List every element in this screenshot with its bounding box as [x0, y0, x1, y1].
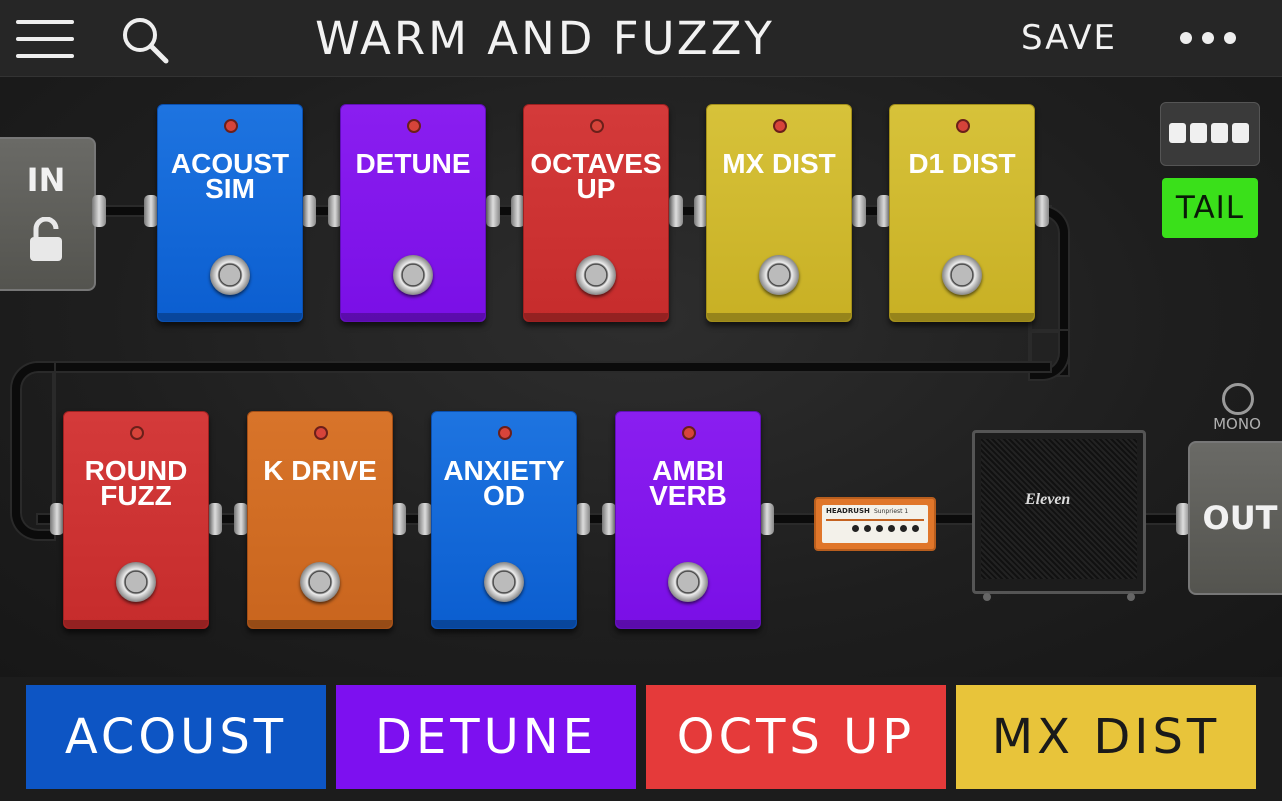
pedal-round-fuzz[interactable]: ROUND FUZZ: [63, 411, 209, 629]
pedal-label: ROUND FUZZ: [84, 455, 188, 511]
pedal-label: D1 DIST: [908, 148, 1016, 179]
cable-jack: [602, 503, 616, 535]
cable-jack: [852, 195, 866, 227]
pedalboard: IN ACOUST SIM DETUNE OCTAVES UP MX DIST …: [0, 77, 1282, 677]
amp-knob: [864, 525, 871, 532]
amp-model: Sunpriest 1: [874, 508, 909, 515]
pedal-label: DETUNE: [355, 148, 471, 179]
cable-jack: [144, 195, 158, 227]
footswitch-knob[interactable]: [759, 255, 799, 295]
cable-jack: [1035, 195, 1049, 227]
pedal-d1-dist[interactable]: D1 DIST: [889, 104, 1035, 322]
more-options-icon[interactable]: [1176, 28, 1240, 48]
pedal-led: [314, 426, 328, 440]
output-block[interactable]: OUT: [1188, 441, 1282, 595]
footswitch-button-mx-dist[interactable]: MX DIST: [956, 685, 1256, 789]
cable-jack: [669, 195, 683, 227]
preset-title[interactable]: WARM AND FUZZY: [240, 12, 850, 65]
pedal-label: OCTAVES UP: [530, 148, 662, 204]
cable-jack: [760, 503, 774, 535]
pedal-led: [224, 119, 238, 133]
amp-knob: [900, 525, 907, 532]
pedal-led: [956, 119, 970, 133]
amp-knob: [888, 525, 895, 532]
pedal-label: MX DIST: [722, 148, 836, 179]
cable-jack: [208, 503, 222, 535]
amp-knob: [912, 525, 919, 532]
cabinet-grille: [981, 439, 1137, 579]
speaker-cabinet[interactable]: Eleven: [972, 430, 1146, 601]
footswitch-knob[interactable]: [393, 255, 433, 295]
cable-jack: [392, 503, 406, 535]
pedal-led: [498, 426, 512, 440]
pedal-led: [407, 119, 421, 133]
pedal-k-drive[interactable]: K DRIVE: [247, 411, 393, 629]
save-button[interactable]: SAVE: [1010, 18, 1128, 58]
footswitch-knob[interactable]: [668, 562, 708, 602]
footswitch-knob[interactable]: [942, 255, 982, 295]
footswitch-knob[interactable]: [576, 255, 616, 295]
footswitch-knob[interactable]: [484, 562, 524, 602]
amp-knob: [852, 525, 859, 532]
cable-jack: [234, 503, 248, 535]
search-icon[interactable]: [120, 15, 170, 65]
pedal-ambi-verb[interactable]: AMBI VERB: [615, 411, 761, 629]
amp-brand: HEADRUSH: [826, 507, 870, 515]
pedal-label: ANXIETY OD: [443, 455, 565, 511]
amp-knob: [876, 525, 883, 532]
cable-jack: [486, 195, 500, 227]
cable-jack: [418, 503, 432, 535]
signal-cable: [12, 363, 54, 539]
mono-label: MONO: [1213, 415, 1261, 433]
cable-jack: [302, 195, 316, 227]
footswitch-button-octs-up[interactable]: OCTS UP: [646, 685, 946, 789]
footswitch-knob[interactable]: [210, 255, 250, 295]
pedal-octaves-up[interactable]: OCTAVES UP: [523, 104, 669, 322]
pedal-mx-dist[interactable]: MX DIST: [706, 104, 852, 322]
footswitch-knob[interactable]: [116, 562, 156, 602]
pedal-label: K DRIVE: [263, 455, 377, 486]
pedal-led: [130, 426, 144, 440]
footswitch-button-acoust[interactable]: ACOUST: [26, 685, 326, 789]
amp-faceplate: HEADRUSH Sunpriest 1: [822, 505, 928, 543]
cable-jack: [92, 195, 106, 227]
tail-toggle[interactable]: TAIL: [1162, 178, 1258, 238]
pedal-acoust-sim[interactable]: ACOUST SIM: [157, 104, 303, 322]
amp-head[interactable]: HEADRUSH Sunpriest 1: [814, 497, 936, 551]
pedal-led: [590, 119, 604, 133]
pedal-led: [773, 119, 787, 133]
pedal-led: [682, 426, 696, 440]
cable-jack: [50, 503, 64, 535]
unlocked-padlock-icon[interactable]: [28, 216, 64, 267]
footswitch-button-detune[interactable]: DETUNE: [336, 685, 636, 789]
mono-toggle[interactable]: [1222, 383, 1254, 415]
pedal-label: ACOUST SIM: [170, 148, 290, 204]
signal-cable: [38, 363, 1050, 371]
input-block[interactable]: IN: [0, 137, 96, 291]
cabinet-logo: Eleven: [1025, 491, 1071, 508]
cable-jack: [576, 503, 590, 535]
out-label: OUT: [1202, 499, 1278, 537]
footswitch-layout-icon[interactable]: [1160, 102, 1260, 166]
pedal-label: AMBI VERB: [649, 455, 727, 511]
pedal-detune[interactable]: DETUNE: [340, 104, 486, 322]
pedal-anxiety-od[interactable]: ANXIETY OD: [431, 411, 577, 629]
in-label: IN: [26, 161, 66, 199]
top-bar: WARM AND FUZZY SAVE: [0, 0, 1282, 77]
footswitch-knob[interactable]: [300, 562, 340, 602]
hamburger-menu-icon[interactable]: [16, 20, 74, 58]
